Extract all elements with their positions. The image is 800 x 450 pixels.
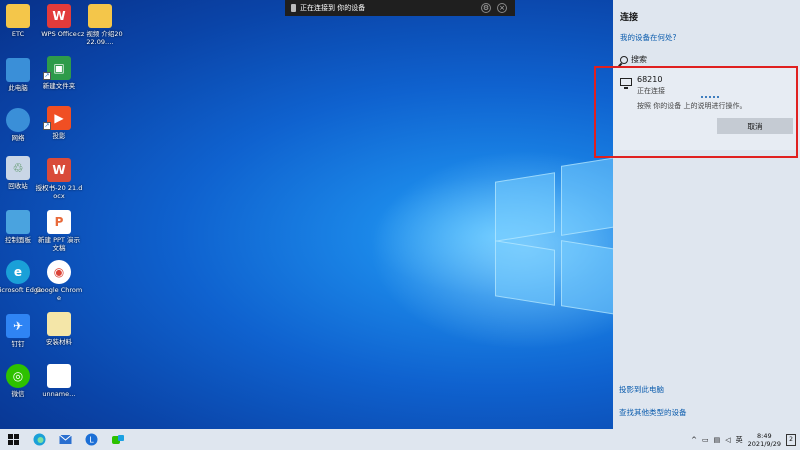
taskbar-lenovo[interactable]: L xyxy=(84,432,99,447)
chevron-up-icon[interactable]: ^ xyxy=(691,436,697,444)
blank-file-icon xyxy=(47,364,71,388)
projection-app-icon xyxy=(111,434,124,444)
search-icon xyxy=(620,55,628,64)
shortcut-arrow-icon: ↗ xyxy=(43,122,51,130)
connection-banner: 正在连接到 你的设备 ⚙ × xyxy=(285,0,515,16)
svg-text:L: L xyxy=(89,436,94,445)
wps-icon: W xyxy=(47,4,71,28)
project-to-this-pc-link[interactable]: 投影到此电脑 xyxy=(619,384,664,395)
chrome-icon: ◉ xyxy=(47,260,71,284)
mail-icon xyxy=(59,434,72,444)
settings-icon[interactable]: ⚙ xyxy=(481,3,491,13)
connect-panel: 连接 我的设备在何处? 搜索 68210 正在连接 按照 你的设备 上的说明进行… xyxy=(613,0,800,429)
clock-time: 8:49 xyxy=(757,431,772,440)
search-label: 搜索 xyxy=(631,55,647,64)
search-row: 搜索 xyxy=(620,54,647,65)
desktop-icon-unnamed-file[interactable]: unname… xyxy=(35,364,83,398)
highlight-box xyxy=(594,66,798,158)
edge-icon: e xyxy=(6,260,30,284)
taskbar-projection-app[interactable] xyxy=(110,432,125,447)
desktop-icon-new-folder[interactable]: ▣ 新建文件夹 ↗ xyxy=(35,56,83,90)
ppt-icon: P xyxy=(47,210,71,234)
zip-folder-icon xyxy=(88,4,112,28)
computer-icon xyxy=(6,58,30,82)
dingtalk-icon: ✈ xyxy=(6,314,30,338)
taskbar: L ^ ▭ ▤ ◁ 英 8:49 2021/9/29 2 xyxy=(0,429,800,450)
windows-start-icon xyxy=(8,434,19,445)
clock[interactable]: 8:49 2021/9/29 xyxy=(748,432,781,448)
edge-icon xyxy=(33,433,46,446)
network-icon xyxy=(6,108,30,132)
clock-date: 2021/9/29 xyxy=(747,439,781,448)
lenovo-l-icon: L xyxy=(85,433,98,446)
panel-title: 连接 xyxy=(620,13,639,23)
where-is-my-device-link[interactable]: 我的设备在何处? xyxy=(620,32,676,43)
control-panel-icon xyxy=(6,210,30,234)
system-tray: ^ ▭ ▤ ◁ 英 8:49 2021/9/29 2 xyxy=(691,429,796,450)
desktop-icon-authorization-doc[interactable]: W 授权书-20 21.docx xyxy=(35,158,83,200)
wechat-icon: ◎ xyxy=(6,364,30,388)
desktop-icon-new-ppt[interactable]: P 新建 PPT 演示文稿 xyxy=(35,210,83,252)
desktop-icon-video-folder[interactable]: cz 视频 介绍2022.09.… xyxy=(76,4,124,46)
desktop-icon-projection[interactable]: ▶ 投影 ↗ xyxy=(35,106,83,140)
start-button[interactable] xyxy=(6,432,21,447)
battery-icon[interactable]: ▭ xyxy=(702,436,709,444)
pin-icon[interactable] xyxy=(291,4,296,12)
windows-logo-wallpaper xyxy=(495,155,625,316)
disconnect-icon[interactable]: × xyxy=(497,3,507,13)
connection-banner-text: 正在连接到 你的设备 xyxy=(300,4,366,12)
taskbar-edge[interactable] xyxy=(32,432,47,447)
ime-indicator[interactable]: 英 xyxy=(736,435,743,445)
desktop-icon-install-materials[interactable]: 安装材料 xyxy=(35,312,83,346)
document-stack-icon xyxy=(47,312,71,336)
shortcut-arrow-icon: ↗ xyxy=(43,72,51,80)
taskbar-mail[interactable] xyxy=(58,432,73,447)
network-icon[interactable]: ▤ xyxy=(714,436,721,444)
folder-icon xyxy=(6,4,30,28)
recycle-bin-icon: ♲ xyxy=(6,156,30,180)
volume-icon[interactable]: ◁ xyxy=(725,436,730,444)
word-doc-icon: W xyxy=(47,158,71,182)
find-other-devices-link[interactable]: 查找其他类型的设备 xyxy=(619,407,687,418)
desktop-icon-chrome[interactable]: ◉ Google Chrome xyxy=(35,260,83,302)
notification-center-icon[interactable]: 2 xyxy=(786,433,796,446)
